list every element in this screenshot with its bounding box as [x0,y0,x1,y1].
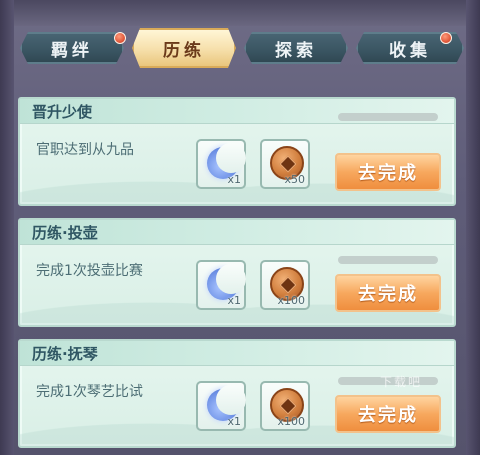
tab-explore[interactable]: 探索 [244,32,348,64]
reward-count: x1 [227,294,241,307]
left-pillar [0,0,14,455]
tab-collect-badge-dot [440,32,452,44]
task-title: 历练·投壶 [32,224,98,242]
roof-eave [0,0,480,26]
reward-count: x100 [277,294,305,307]
task-description: 完成1次投壶比赛 [36,263,143,279]
tab-label: 探索 [275,40,317,61]
right-pillar [466,0,480,455]
task-card: 历练·抚琴 完成1次琴艺比试 x1 x100 去完成 [18,339,456,448]
task-description: 完成1次琴艺比试 [36,384,143,400]
reward-item-coin[interactable]: x100 [260,381,310,431]
tab-training[interactable]: 历练 [132,28,236,68]
watermark: 下载吧 [380,375,423,389]
go-complete-button[interactable]: 去完成 [335,274,441,312]
task-card: 历练·投壶 完成1次投壶比赛 x1 x100 去完成 [18,218,456,327]
tab-bond-badge-dot [114,32,126,44]
tab-label: 历练 [163,40,205,61]
go-complete-button[interactable]: 去完成 [335,153,441,191]
reward-item-moon[interactable]: x1 [196,260,246,310]
tab-label: 羁绊 [51,40,93,61]
reward-count: x100 [277,415,305,428]
reward-item-coin[interactable]: x50 [260,139,310,189]
reward-count: x1 [227,173,241,186]
reward-item-coin[interactable]: x100 [260,260,310,310]
reward-item-moon[interactable]: x1 [196,139,246,189]
reward-count: x50 [284,173,305,186]
tab-label: 收集 [389,40,431,61]
tab-bond[interactable]: 羁绊 [20,32,124,64]
task-progress-bar [338,256,438,264]
reward-item-moon[interactable]: x1 [196,381,246,431]
task-title: 晋升少使 [32,103,93,121]
go-complete-button[interactable]: 去完成 [335,395,441,433]
task-progress-bar [338,113,438,121]
task-title: 历练·抚琴 [32,345,98,363]
tab-bar: 羁绊 历练 探索 收集 [20,28,466,68]
task-card: 晋升少使 官职达到从九品 x1 x50 去完成 [18,97,456,206]
task-description: 官职达到从九品 [36,142,134,158]
reward-count: x1 [227,415,241,428]
